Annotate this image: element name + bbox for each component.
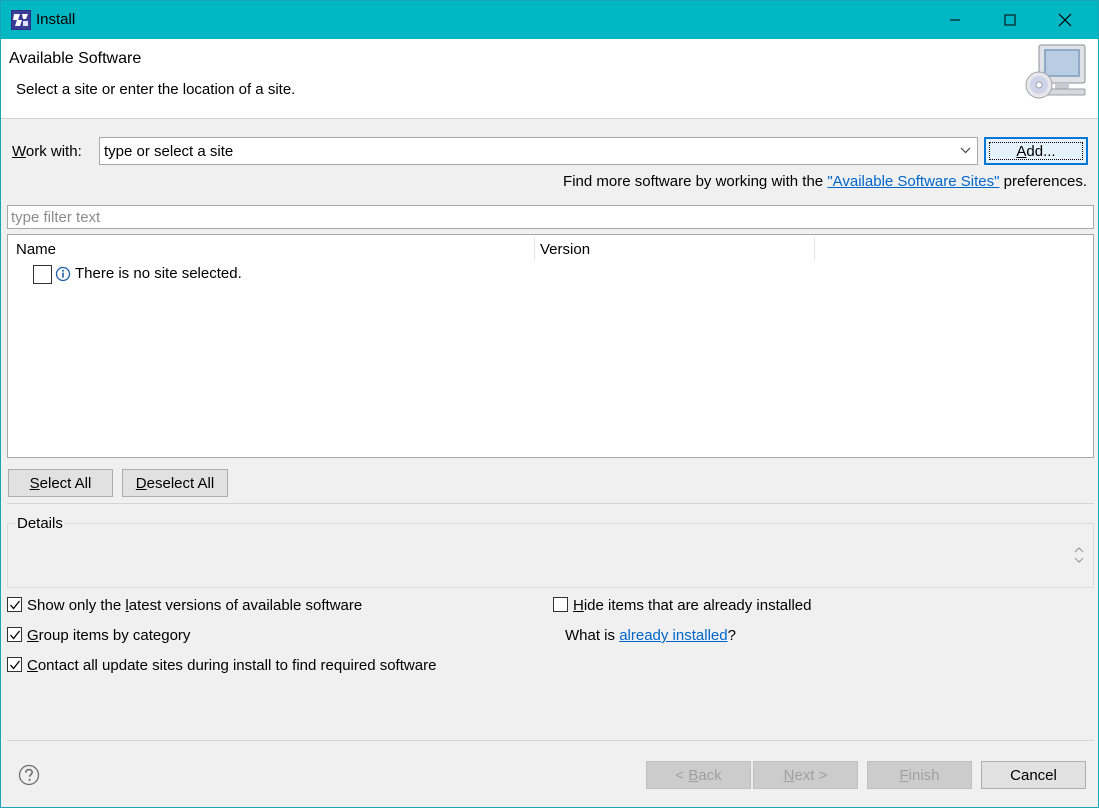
next-rest: ext > (794, 766, 828, 784)
eclipse-install-icon (11, 10, 31, 30)
back-prefix: < (675, 766, 689, 784)
contact-post: ontact all update sites during install t… (37, 657, 437, 674)
finish-rest: inish (908, 766, 940, 784)
group-mnemonic: G (27, 627, 39, 644)
tree-row-text: There is no site selected. (75, 265, 242, 282)
close-icon (1058, 13, 1072, 27)
show-latest-label[interactable]: Show only the latest versions of availab… (27, 597, 362, 614)
chevron-down-icon[interactable] (960, 146, 971, 154)
what-is-prefix: What is (565, 627, 620, 644)
back-rest: ack (698, 766, 722, 784)
add-site-button[interactable]: Add... (984, 137, 1088, 165)
column-header-name[interactable]: Name (16, 241, 56, 258)
maximize-icon (1004, 14, 1016, 26)
show-latest-pre: Show only the (27, 597, 126, 614)
hide-post: ide items that are already installed (583, 597, 812, 614)
hide-installed-checkbox[interactable] (553, 597, 568, 612)
filter-placeholder: type filter text (11, 209, 101, 226)
select-all-rest: elect All (39, 474, 92, 492)
software-tree[interactable]: Name Version There is no site selected. (7, 234, 1094, 458)
find-more-suffix: preferences. (999, 173, 1087, 190)
help-icon[interactable] (18, 764, 40, 786)
work-with-label-rest: ork with: (25, 143, 82, 160)
cancel-label: Cancel (1010, 766, 1057, 784)
group-post: roup items by category (38, 627, 191, 644)
finish-button[interactable]: Finish (867, 761, 972, 789)
divider (7, 740, 1094, 741)
deselect-all-label: Deselect All (136, 475, 214, 492)
contact-all-sites-label[interactable]: Contact all update sites during install … (27, 657, 436, 674)
details-group (7, 523, 1094, 588)
next-label: Next > (784, 767, 828, 784)
group-by-category-checkbox[interactable] (7, 627, 22, 642)
install-window: Install Available Software Select a site… (0, 0, 1099, 808)
checkmark-icon (10, 630, 21, 640)
tree-row-checkbox[interactable] (33, 265, 52, 284)
divider (7, 503, 1094, 504)
next-button[interactable]: Next > (753, 761, 858, 789)
deselect-all-rest: eselect All (146, 474, 215, 492)
what-is-suffix: ? (727, 627, 736, 644)
maximize-button[interactable] (984, 1, 1036, 39)
window-title: Install (36, 11, 76, 28)
minimize-button[interactable] (929, 1, 981, 39)
title-bar: Install (1, 1, 1098, 39)
back-label: < Back (675, 767, 721, 784)
select-all-mnemonic: S (29, 474, 40, 492)
already-installed-link[interactable]: already installed (619, 627, 727, 644)
hide-installed-label[interactable]: Hide items that are already installed (573, 597, 811, 614)
minimize-icon (950, 19, 960, 21)
column-divider (534, 237, 535, 261)
header-banner: Available Software Select a site or ente… (1, 39, 1098, 119)
details-label: Details (16, 515, 64, 532)
focus-ring (989, 142, 1083, 160)
scroll-arrows-icon[interactable] (1072, 545, 1086, 565)
contact-mnemonic: C (27, 657, 38, 674)
work-with-value: type or select a site (104, 143, 234, 160)
next-mnemonic: N (783, 766, 795, 784)
checkmark-icon (10, 600, 21, 610)
column-divider (814, 237, 815, 261)
page-description: Select a site or enter the location of a… (16, 81, 296, 98)
info-icon (55, 266, 71, 282)
show-latest-post: atest versions of available software (128, 597, 363, 614)
page-title: Available Software (9, 50, 142, 67)
work-with-combo[interactable]: type or select a site (99, 137, 978, 165)
finish-mnemonic: F (899, 766, 909, 784)
show-latest-checkbox[interactable] (7, 597, 22, 612)
select-all-label: Select All (30, 475, 92, 492)
what-is-installed-text: What is already installed? (565, 627, 736, 644)
select-all-button[interactable]: Select All (8, 469, 113, 497)
deselect-all-mnemonic: D (135, 474, 147, 492)
finish-label: Finish (899, 767, 939, 784)
work-with-mnemonic: W (12, 143, 26, 160)
back-button[interactable]: < Back (646, 761, 751, 789)
checkmark-icon (10, 660, 21, 670)
install-software-computer-icon (1025, 44, 1086, 99)
find-more-text: Find more software by working with the "… (563, 173, 1087, 190)
back-mnemonic: B (688, 766, 699, 784)
find-more-prefix: Find more software by working with the (563, 173, 828, 190)
column-header-version[interactable]: Version (540, 241, 590, 258)
deselect-all-button[interactable]: Deselect All (122, 469, 228, 497)
cancel-button[interactable]: Cancel (981, 761, 1086, 789)
group-by-category-label[interactable]: Group items by category (27, 627, 190, 644)
close-button[interactable] (1039, 1, 1091, 39)
filter-input[interactable]: type filter text (7, 205, 1094, 229)
work-with-label: Work with: (12, 143, 82, 160)
hide-mnemonic: H (573, 597, 584, 614)
contact-all-sites-checkbox[interactable] (7, 657, 22, 672)
available-software-sites-link[interactable]: "Available Software Sites" (827, 173, 999, 190)
